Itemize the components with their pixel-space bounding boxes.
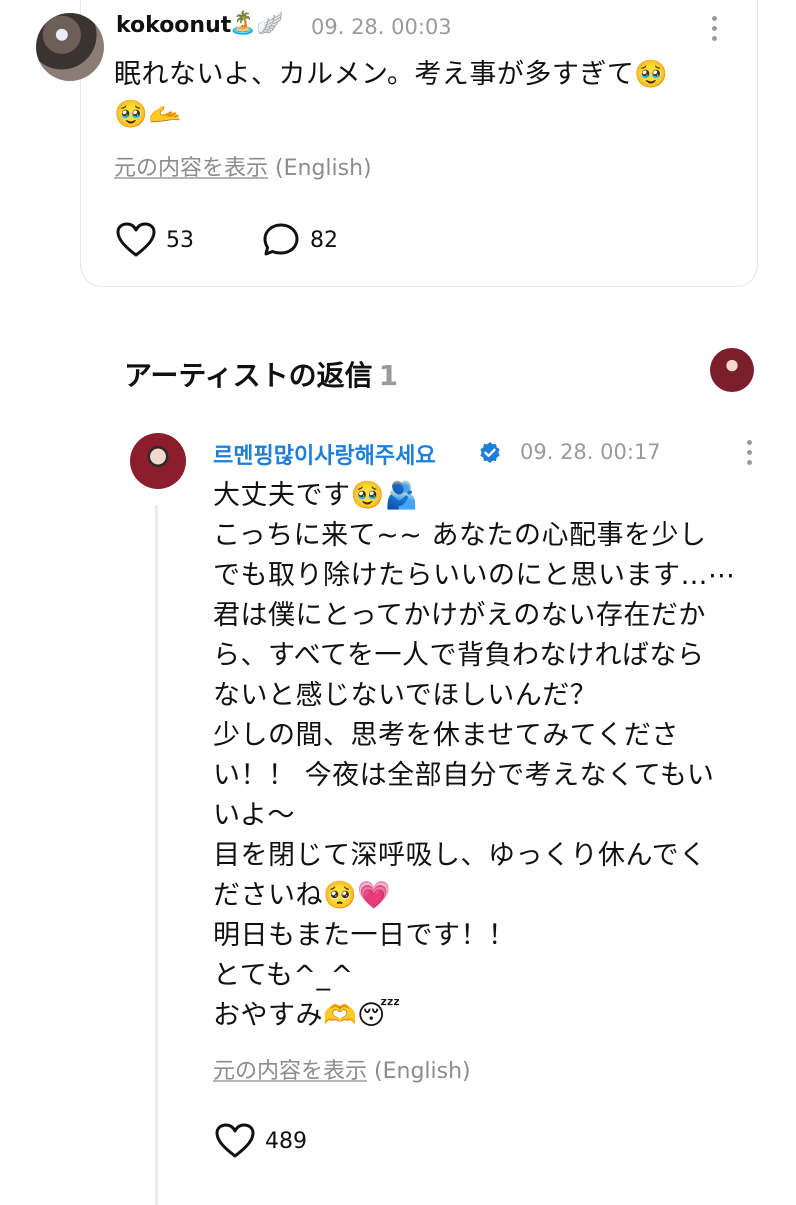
artist-reply-timestamp: 09. 28. 00:17 xyxy=(520,440,661,464)
artist-reply-section-title: アーティストの返信 1 xyxy=(124,354,398,394)
artist-reply-like-count: 489 xyxy=(265,1128,307,1154)
section-title-text: アーティストの返信 xyxy=(124,359,373,392)
artist-reply-kebab-menu-icon[interactable] xyxy=(747,440,755,470)
user-username[interactable]: kokoonut xyxy=(116,13,231,38)
heart-icon xyxy=(215,1123,255,1158)
artist-reply-translate[interactable]: 元の内容を表示 (English) xyxy=(213,1053,471,1085)
artist-avatar-small[interactable] xyxy=(710,348,754,392)
artist-reply-body: 大丈夫です🥹🫂 こっちに来て~~ あなたの心配事を少し でも取り除けたらいいのに… xyxy=(213,480,736,1031)
user-post-comment-button[interactable]: 82 xyxy=(262,222,338,258)
heart-icon xyxy=(116,222,156,257)
translate-language: (English) xyxy=(374,1059,471,1084)
section-reply-count: 1 xyxy=(378,359,399,392)
comment-icon xyxy=(263,223,299,256)
translate-language: (English) xyxy=(275,156,372,181)
user-post-kebab-menu-icon[interactable] xyxy=(712,16,720,46)
artist-reply-like-button[interactable]: 489 xyxy=(215,1123,307,1159)
translate-link[interactable]: 元の内容を表示 xyxy=(114,156,268,181)
thread-line xyxy=(155,505,158,1205)
user-post-timestamp: 09. 28. 00:03 xyxy=(311,15,452,39)
user-avatar[interactable] xyxy=(36,13,104,81)
user-post-body: 眠れないよ、カルメン。考え事が多すぎて🥹 🥹🫴 xyxy=(114,59,669,130)
translate-link[interactable]: 元の内容を表示 xyxy=(213,1059,367,1084)
user-post-like-count: 53 xyxy=(166,227,194,253)
user-post-like-button[interactable]: 53 xyxy=(116,222,194,258)
user-post-comment-count: 82 xyxy=(310,227,338,253)
artist-name[interactable]: 르멘핑많이사랑해주세요 xyxy=(213,438,436,470)
verified-badge-icon xyxy=(480,442,500,463)
user-post-translate[interactable]: 元の内容を表示 (English) xyxy=(114,150,372,182)
user-badges: 🏝️🪽 xyxy=(229,11,284,36)
artist-avatar[interactable] xyxy=(130,433,186,489)
